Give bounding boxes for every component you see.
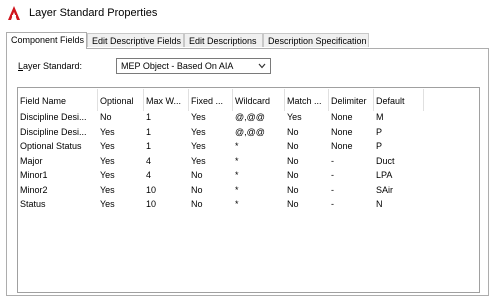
chevron-down-icon — [258, 63, 266, 69]
tab-description-specification[interactable]: Description Specification — [263, 33, 369, 47]
column-divider[interactable] — [232, 89, 233, 111]
column-header-wildcard[interactable]: Wildcard — [235, 93, 281, 109]
table-cell[interactable]: * — [235, 184, 283, 196]
table-cell[interactable]: Yes — [100, 126, 142, 138]
table-cell[interactable]: - — [331, 169, 371, 181]
table-cell[interactable]: M — [376, 111, 421, 123]
table-cell[interactable]: No — [191, 184, 231, 196]
component-fields-table[interactable]: Field Name Optional Max W... Fixed ... W… — [17, 87, 480, 293]
column-divider[interactable] — [373, 89, 374, 111]
table-cell[interactable]: None — [331, 140, 371, 152]
column-header-default[interactable]: Default — [376, 93, 420, 109]
table-cell[interactable]: Yes — [100, 140, 142, 152]
table-cell[interactable]: LPA — [376, 169, 421, 181]
table-cell[interactable]: P — [376, 126, 421, 138]
title-bar: Layer Standard Properties — [0, 0, 500, 28]
table-cell[interactable]: @,@@ — [235, 111, 283, 123]
table-cell[interactable]: Optional Status — [20, 140, 95, 152]
table-cell[interactable]: 10 — [146, 198, 186, 210]
column-divider[interactable] — [284, 89, 285, 111]
table-cell[interactable]: N — [376, 198, 421, 210]
table-cell[interactable]: No — [287, 140, 327, 152]
table-cell[interactable]: Yes — [100, 184, 142, 196]
table-cell[interactable]: 1 — [146, 140, 186, 152]
component-fields-panel: Layer Standard: MEP Object - Based On AI… — [6, 48, 489, 296]
table-cell[interactable]: - — [331, 155, 371, 167]
tab-edit-descriptions[interactable]: Edit Descriptions — [184, 33, 263, 47]
table-cell[interactable]: Minor2 — [20, 184, 95, 196]
table-cell[interactable]: Yes — [191, 140, 231, 152]
column-header-optional[interactable]: Optional — [100, 93, 142, 109]
layer-standard-label-text: ayer Standard: — [23, 61, 83, 71]
column-header-fixed-width[interactable]: Fixed ... — [191, 93, 229, 109]
table-cell[interactable]: Discipline Desi... — [20, 111, 95, 123]
column-divider[interactable] — [188, 89, 189, 111]
table-cell[interactable]: @,@@ — [235, 126, 283, 138]
table-cell[interactable]: No — [191, 169, 231, 181]
table-cell[interactable]: Yes — [100, 198, 142, 210]
tab-edit-descriptive-fields[interactable]: Edit Descriptive Fields — [87, 33, 184, 47]
column-divider[interactable] — [97, 89, 98, 111]
table-cell[interactable]: * — [235, 169, 283, 181]
table-cell[interactable]: * — [235, 155, 283, 167]
table-cell[interactable]: Minor1 — [20, 169, 95, 181]
layer-standard-selected: MEP Object - Based On AIA — [121, 61, 234, 71]
column-header-delimiter[interactable]: Delimiter — [331, 93, 371, 109]
table-cell[interactable]: Duct — [376, 155, 421, 167]
table-cell[interactable]: No — [191, 198, 231, 210]
table-cell[interactable]: 1 — [146, 111, 186, 123]
table-cell[interactable]: Discipline Desi... — [20, 126, 95, 138]
tab-component-fields[interactable]: Component Fields — [6, 32, 87, 49]
table-cell[interactable]: P — [376, 140, 421, 152]
table-cell[interactable]: 4 — [146, 155, 186, 167]
layer-standard-dropdown[interactable]: MEP Object - Based On AIA — [116, 58, 271, 74]
column-header-max-width[interactable]: Max W... — [146, 93, 188, 109]
table-cell[interactable]: None — [331, 126, 371, 138]
table-cell[interactable]: Yes — [191, 126, 231, 138]
table-cell[interactable]: No — [287, 198, 327, 210]
table-cell[interactable]: - — [331, 198, 371, 210]
table-cell[interactable]: * — [235, 198, 283, 210]
table-cell[interactable]: Status — [20, 198, 95, 210]
table-cell[interactable]: Yes — [191, 155, 231, 167]
column-header-field-name[interactable]: Field Name — [20, 93, 92, 109]
table-cell[interactable]: Yes — [191, 111, 231, 123]
table-cell[interactable]: No — [287, 155, 327, 167]
table-cell[interactable]: Major — [20, 155, 95, 167]
table-cell[interactable]: 10 — [146, 184, 186, 196]
table-cell[interactable]: 4 — [146, 169, 186, 181]
layer-standard-label: Layer Standard: — [18, 61, 82, 71]
column-divider[interactable] — [423, 89, 424, 111]
table-cell[interactable]: Yes — [100, 169, 142, 181]
table-cell[interactable]: - — [331, 184, 371, 196]
table-cell[interactable]: No — [287, 126, 327, 138]
table-cell[interactable]: No — [287, 169, 327, 181]
table-cell[interactable]: No — [287, 184, 327, 196]
autocad-logo-icon — [8, 6, 20, 20]
table-cell[interactable]: Yes — [100, 155, 142, 167]
column-divider[interactable] — [328, 89, 329, 111]
table-cell[interactable]: * — [235, 140, 283, 152]
table-cell[interactable]: 1 — [146, 126, 186, 138]
table-cell[interactable]: Yes — [287, 111, 327, 123]
table-cell[interactable]: No — [100, 111, 142, 123]
column-divider[interactable] — [143, 89, 144, 111]
window-title: Layer Standard Properties — [29, 7, 158, 19]
table-cell[interactable]: SAir — [376, 184, 421, 196]
column-header-match[interactable]: Match ... — [287, 93, 327, 109]
table-cell[interactable]: None — [331, 111, 371, 123]
